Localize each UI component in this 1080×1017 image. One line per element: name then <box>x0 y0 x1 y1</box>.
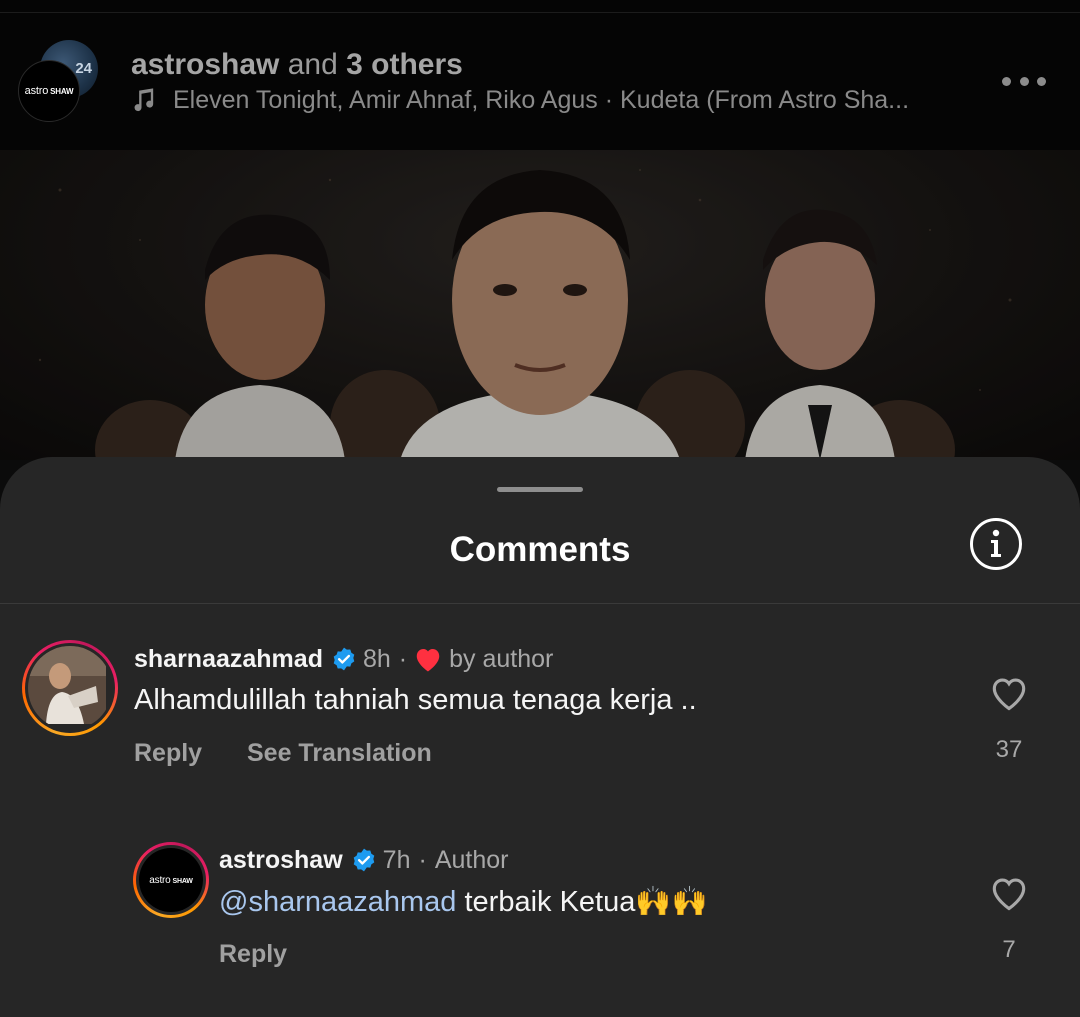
comments-sheet: Comments sharnaazahmad 8h · by author Al… <box>0 457 1080 1017</box>
reply-avatar[interactable]: astro SHAW <box>133 842 209 918</box>
avatar-photo <box>28 646 112 730</box>
post-authors[interactable]: astroshaw and 3 others <box>131 48 463 82</box>
music-info[interactable]: Eleven Tonight, Amir Ahnaf, Riko Agus · … <box>131 84 909 116</box>
authors-connector: and <box>287 48 338 81</box>
author-name[interactable]: astroshaw <box>131 48 279 81</box>
reply-header: astroshaw 7h · Author <box>219 843 508 877</box>
comment-text: Alhamdulillah tahniah semua tenaga kerja… <box>134 684 697 716</box>
verified-badge-icon <box>333 647 355 671</box>
meta-separator: · <box>398 644 408 673</box>
top-divider <box>0 12 1080 13</box>
reply-button[interactable]: Reply <box>219 940 287 969</box>
music-note-icon <box>134 88 154 112</box>
info-icon <box>991 529 1001 557</box>
reply-username[interactable]: astroshaw <box>219 846 343 875</box>
verified-badge-icon <box>353 848 374 872</box>
comment-header: sharnaazahmad 8h · by author <box>134 642 553 676</box>
music-title: Eleven Tonight, Amir Ahnaf, Riko Agus · … <box>173 85 910 114</box>
like-heart-icon[interactable] <box>988 674 1030 712</box>
post-header: 24 astro SHAW astroshaw and 3 others Elev… <box>0 0 1080 150</box>
avatar-ring-gap: astro SHAW <box>136 845 206 915</box>
comments-title: Comments <box>449 530 631 569</box>
sheet-divider <box>0 603 1080 604</box>
more-dot <box>1037 76 1046 86</box>
reply-button[interactable]: Reply <box>134 739 202 768</box>
more-dot <box>1002 76 1011 86</box>
astroshaw-avatar: astro SHAW <box>18 60 80 122</box>
astroshaw-logo-avatar: astro SHAW <box>139 848 203 912</box>
reply-body: terbaik Ketua🙌🙌 <box>456 886 708 918</box>
avatar-ring-gap <box>25 643 115 733</box>
meta-separator: · <box>418 845 427 874</box>
avatar-photo-art <box>28 646 106 724</box>
author-label: Author <box>434 845 509 874</box>
reply-time: 7h <box>382 845 411 874</box>
more-options-button[interactable] <box>1002 66 1046 96</box>
astroshaw-logo: astro SHAW <box>24 85 74 97</box>
poster-illustration <box>0 150 1080 460</box>
liked-by-author-heart-icon <box>416 649 440 672</box>
reply-text: @sharnaazahmad terbaik Ketua🙌🙌 <box>219 885 708 919</box>
collab-avatars[interactable]: 24 astro SHAW <box>18 40 102 124</box>
like-count: 7 <box>1002 936 1016 963</box>
see-translation-button[interactable]: See Translation <box>247 739 432 768</box>
drag-handle[interactable] <box>497 487 583 492</box>
like-heart-icon[interactable] <box>988 874 1030 912</box>
comment-avatar[interactable] <box>22 640 118 736</box>
comment-username[interactable]: sharnaazahmad <box>134 645 323 674</box>
mention-link[interactable]: @sharnaazahmad <box>219 886 456 918</box>
others-link[interactable]: 3 others <box>346 48 463 81</box>
post-image[interactable] <box>0 150 1080 460</box>
info-button[interactable] <box>970 518 1022 570</box>
liked-by-author-label: by author <box>449 644 554 673</box>
avatar-badge-text: 24 <box>75 60 92 77</box>
like-count: 37 <box>995 736 1023 763</box>
comment-time: 8h <box>362 644 391 673</box>
more-dot <box>1019 76 1029 86</box>
astroshaw-logo: astro SHAW <box>149 874 193 886</box>
